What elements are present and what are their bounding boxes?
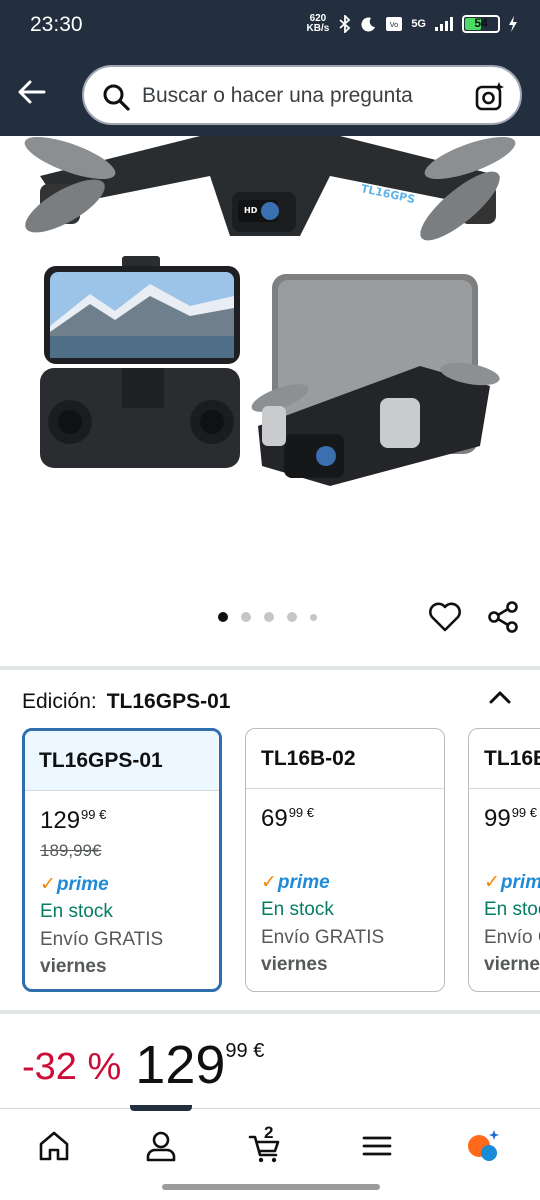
svg-text:Vo: Vo	[390, 21, 399, 29]
prime-badge: ✓prime	[40, 873, 219, 897]
variant-card-tl16b-03[interactable]: TL16B-03 9999 € ✓prime En stock Envío GR…	[468, 728, 540, 992]
network-type: 5G	[411, 18, 426, 30]
volte-icon: Vo	[386, 17, 403, 31]
edition-label: Edición: TL16GPS-01	[22, 690, 230, 714]
rufus-icon[interactable]	[466, 1129, 500, 1163]
search-input[interactable]: Buscar o hacer una pregunta	[82, 65, 522, 125]
network-speed-unit: KB/s	[306, 23, 330, 34]
drone-camera-label: HD	[244, 206, 258, 215]
drone-product-illustration: HD TL16GPS	[24, 136, 516, 486]
variant-card-tl16gps-01[interactable]: TL16GPS-01 12999 € 189,99€ ✓prime En sto…	[22, 728, 222, 992]
prime-label: prime	[500, 872, 540, 893]
section-divider	[0, 666, 540, 670]
variant-stock: En stock	[484, 899, 540, 920]
gesture-home-bar[interactable]	[162, 1184, 380, 1190]
share-icon[interactable]	[484, 598, 522, 636]
status-bar: 23:30 620 KB/s Vo 5G 54	[0, 0, 540, 52]
variant-name: TL16GPS-01	[25, 731, 219, 791]
charging-icon	[509, 16, 517, 32]
menu-icon[interactable]	[360, 1129, 394, 1163]
carousel-indicator	[218, 612, 317, 622]
variant-shipping: Envío GRATIS	[484, 927, 540, 948]
product-image[interactable]: HD TL16GPS	[0, 136, 540, 596]
variant-old-price: 189,99€	[40, 841, 102, 860]
prime-check-icon: ✓	[261, 872, 277, 893]
variant-shipping-day: viernes	[40, 956, 107, 977]
search-placeholder: Buscar o hacer una pregunta	[142, 84, 413, 107]
battery-level: 54	[474, 16, 488, 30]
prime-check-icon: ✓	[484, 872, 500, 893]
edition-label-text: Edición:	[22, 690, 97, 713]
variant-price-whole: 129	[40, 807, 81, 834]
variant-name: TL16B-02	[246, 729, 444, 789]
variant-price: 9999 €	[484, 805, 540, 833]
variant-price: 12999 €	[40, 807, 219, 835]
status-icons: 620 KB/s Vo 5G 54	[307, 14, 518, 34]
variant-shipping: Envío GRATIS	[261, 927, 385, 948]
current-price: 12999 €	[135, 1034, 264, 1096]
search-icon	[103, 84, 130, 111]
current-price-whole: 129	[135, 1035, 226, 1095]
variant-shipping-day: viernes	[484, 954, 540, 975]
variant-card-tl16b-02[interactable]: TL16B-02 6999 € ✓prime En stock Envío GR…	[245, 728, 445, 992]
variant-price-fraction: 99 €	[81, 807, 107, 822]
heart-icon[interactable]	[426, 598, 464, 636]
status-time: 23:30	[30, 13, 83, 36]
variant-price-fraction: 99 €	[288, 805, 315, 820]
variant-price: 6999 €	[261, 805, 444, 833]
variant-price-whole: 99	[484, 805, 511, 832]
variant-stock: En stock	[261, 899, 334, 920]
prime-label: prime	[56, 874, 109, 895]
carousel-dot[interactable]	[264, 612, 274, 622]
prime-label: prime	[277, 872, 330, 893]
network-speed: 620 KB/s	[307, 14, 330, 34]
edition-value: TL16GPS-01	[106, 690, 231, 713]
variant-price-fraction: 99 €	[511, 805, 538, 820]
back-arrow-icon[interactable]	[14, 74, 50, 110]
variant-name: TL16B-03	[469, 729, 540, 789]
active-tab-indicator	[130, 1105, 192, 1111]
cart-count-badge: 2	[264, 1123, 274, 1142]
section-divider	[0, 1010, 540, 1014]
carousel-dot[interactable]	[218, 612, 228, 622]
variant-stock: En stock	[40, 901, 113, 922]
moon-icon	[361, 17, 376, 32]
account-icon[interactable]	[144, 1129, 178, 1163]
chevron-up-icon[interactable]	[486, 684, 514, 712]
app-header: Buscar o hacer una pregunta	[0, 52, 540, 136]
current-price-fraction: 99 €	[225, 1040, 265, 1062]
discount-badge: -32 %	[22, 1046, 122, 1088]
carousel-dot[interactable]	[310, 613, 317, 621]
variant-price-whole: 69	[261, 805, 288, 832]
variant-shipping: Envío GRATIS	[40, 929, 164, 950]
prime-badge: ✓prime	[484, 871, 540, 895]
variant-old-price	[484, 839, 540, 861]
battery-icon: 54	[462, 15, 500, 33]
bluetooth-icon	[339, 15, 351, 33]
carousel-dot[interactable]	[241, 612, 251, 622]
prime-badge: ✓prime	[261, 871, 444, 895]
prime-check-icon: ✓	[40, 874, 56, 895]
variant-old-price	[261, 839, 444, 861]
signal-icon	[435, 17, 453, 31]
home-icon[interactable]	[37, 1129, 71, 1163]
carousel-dot[interactable]	[287, 612, 297, 622]
price-block: -32 % 12999 €	[22, 1034, 264, 1096]
camera-search-icon[interactable]	[474, 81, 506, 113]
variant-list: TL16GPS-01 12999 € 189,99€ ✓prime En sto…	[22, 728, 540, 996]
variant-shipping-day: viernes	[261, 954, 328, 975]
